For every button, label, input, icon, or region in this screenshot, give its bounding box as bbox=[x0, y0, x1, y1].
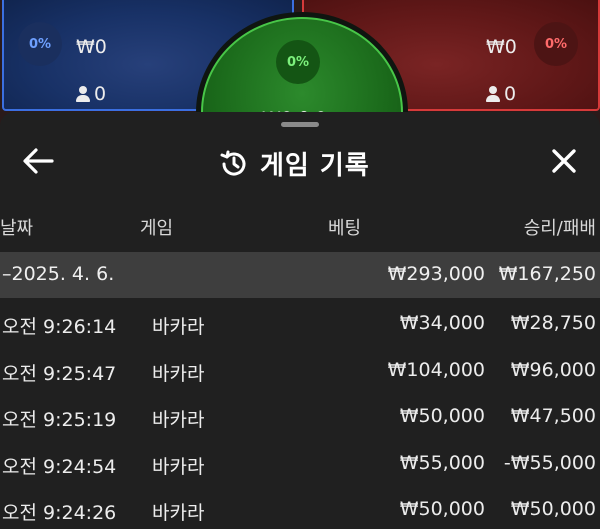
row-game: 바카라 bbox=[152, 455, 205, 478]
row-winloss: ₩47,500 bbox=[510, 405, 596, 427]
game-history-sheet: 게임 기록 날짜 게임 베팅 승리/패배 –2025. 4. 6. ₩293,0… bbox=[0, 112, 600, 529]
column-header-winloss: 승리/패배 bbox=[523, 218, 596, 239]
sheet-header: 게임 기록 bbox=[0, 136, 600, 186]
player-amount: ₩0 bbox=[76, 36, 107, 59]
row-time: 오전 9:24:54 bbox=[2, 455, 117, 478]
banker-percent: 0% bbox=[534, 22, 578, 66]
row-game: 바카라 bbox=[152, 409, 205, 431]
banker-count: 0 bbox=[504, 82, 517, 105]
person-icon bbox=[486, 85, 500, 102]
row-winloss: -₩55,000 bbox=[503, 451, 596, 474]
person-icon bbox=[76, 85, 90, 102]
column-header-game: 게임 bbox=[140, 218, 174, 239]
close-icon bbox=[552, 149, 576, 173]
page-title: 게임 기록 bbox=[260, 151, 370, 181]
row-bet: ₩50,000 bbox=[399, 405, 485, 427]
history-icon bbox=[220, 150, 246, 176]
column-header-bet: 베팅 bbox=[328, 218, 362, 239]
table-row[interactable]: 오전 9:24:26 바카라 ₩50,000 ₩50,000 bbox=[0, 486, 600, 529]
row-bet: ₩55,000 bbox=[399, 451, 485, 474]
summary-date: –2025. 4. 6. bbox=[2, 263, 115, 285]
banker-amount: ₩0 bbox=[486, 36, 517, 59]
table-row[interactable]: 오전 9:26:14 바카라 ₩34,000 ₩28,750 bbox=[0, 300, 600, 347]
row-time: 오전 9:26:14 bbox=[2, 316, 117, 338]
row-time: 오전 9:24:26 bbox=[2, 502, 117, 524]
tie-percent: 0% bbox=[276, 40, 320, 84]
row-winloss: ₩28,750 bbox=[510, 312, 596, 334]
arrow-left-icon bbox=[23, 148, 54, 174]
sheet-drag-handle[interactable] bbox=[281, 122, 319, 127]
row-winloss: ₩50,000 bbox=[510, 498, 596, 520]
table-row[interactable]: 오전 9:25:47 바카라 ₩104,000 ₩96,000 bbox=[0, 347, 600, 394]
history-list: 오전 9:26:14 바카라 ₩34,000 ₩28,750 오전 9:25:4… bbox=[0, 300, 600, 529]
row-bet: ₩50,000 bbox=[399, 498, 485, 520]
table-row[interactable]: 오전 9:24:54 바카라 ₩55,000 -₩55,000 bbox=[0, 440, 600, 487]
back-button[interactable] bbox=[20, 146, 56, 176]
player-count: 0 bbox=[94, 82, 107, 105]
summary-bet: ₩293,000 bbox=[387, 263, 485, 285]
row-time: 오전 9:25:19 bbox=[2, 409, 117, 431]
row-game: 바카라 bbox=[152, 362, 205, 385]
row-bet: ₩104,000 bbox=[387, 358, 485, 381]
date-summary-row[interactable]: –2025. 4. 6. ₩293,000 ₩167,250 bbox=[0, 252, 600, 298]
table-row[interactable]: 오전 9:25:19 바카라 ₩50,000 ₩47,500 bbox=[0, 393, 600, 440]
close-button[interactable] bbox=[548, 145, 580, 177]
row-time: 오전 9:25:47 bbox=[2, 362, 117, 385]
title-group: 게임 기록 bbox=[218, 145, 370, 182]
banker-stats: ₩0 0 bbox=[486, 24, 517, 117]
row-game: 바카라 bbox=[152, 502, 205, 524]
row-winloss: ₩96,000 bbox=[510, 358, 596, 381]
player-percent: 0% bbox=[18, 22, 62, 66]
row-game: 바카라 bbox=[152, 316, 205, 338]
game-area: 0% ₩0 0 0% ₩0 0 0% ₩0 0 bbox=[0, 0, 600, 125]
summary-winloss: ₩167,250 bbox=[498, 263, 596, 285]
player-stats: ₩0 0 bbox=[76, 24, 107, 117]
row-bet: ₩34,000 bbox=[399, 312, 485, 334]
column-header-date: 날짜 bbox=[0, 218, 34, 239]
